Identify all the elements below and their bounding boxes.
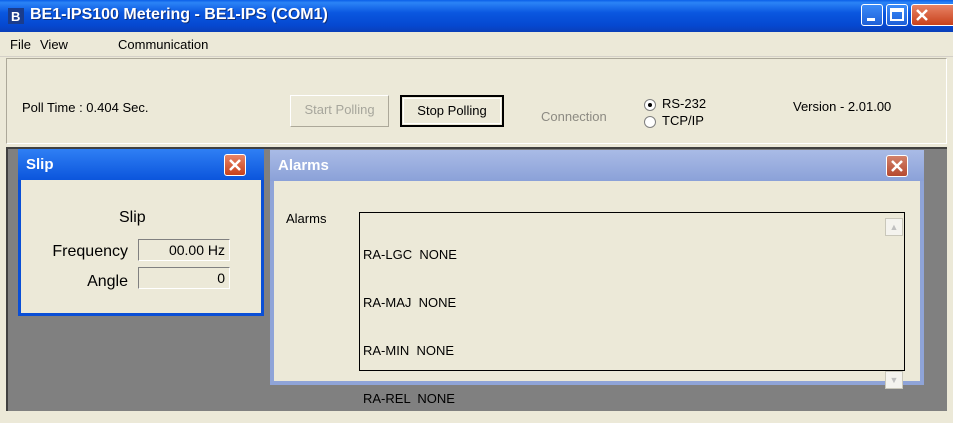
- slip-heading: Slip: [119, 209, 146, 226]
- start-polling-button[interactable]: Start Polling: [290, 95, 389, 127]
- scroll-down-arrow-icon[interactable]: ▼: [885, 371, 903, 389]
- alarm-line: RA-REL NONE: [363, 391, 455, 406]
- frequency-label: Frequency: [52, 243, 128, 260]
- menu-view[interactable]: View: [40, 37, 68, 52]
- radio-tcpip[interactable]: TCP/IP: [644, 113, 704, 128]
- alarm-line: RA-MIN NONE: [363, 343, 454, 358]
- angle-value: 0: [138, 267, 230, 289]
- minimize-button[interactable]: [861, 4, 883, 26]
- alarms-title-bar[interactable]: Alarms: [270, 150, 924, 181]
- stop-polling-button[interactable]: Stop Polling: [400, 95, 504, 127]
- radio-selected-icon[interactable]: [644, 98, 656, 111]
- close-icon: [916, 9, 928, 21]
- close-button[interactable]: [911, 4, 953, 26]
- slip-title-bar[interactable]: Slip: [18, 149, 264, 180]
- connection-label: Connection: [541, 109, 607, 124]
- tcpip-label: TCP/IP: [662, 113, 704, 128]
- angle-label: Angle: [87, 273, 128, 290]
- alarms-list: RA-LGC NONE RA-MAJ NONE RA-MIN NONE RA-R…: [363, 215, 457, 423]
- radio-unselected-icon[interactable]: [644, 115, 656, 128]
- frequency-value: 00.00 Hz: [138, 239, 230, 261]
- radio-rs232[interactable]: RS-232: [644, 96, 706, 111]
- slip-window-title: Slip: [26, 156, 54, 173]
- app-icon: B: [8, 8, 24, 24]
- alarms-window-title: Alarms: [278, 157, 329, 174]
- version-label: Version - 2.01.00: [793, 99, 892, 114]
- poll-time-label: Poll Time : 0.404 Sec.: [22, 100, 149, 115]
- main-title-bar[interactable]: B BE1-IPS100 Metering - BE1-IPS (COM1): [0, 0, 953, 32]
- window-title: BE1-IPS100 Metering - BE1-IPS (COM1): [30, 6, 328, 23]
- close-icon: [891, 160, 903, 172]
- maximize-icon: [890, 8, 904, 21]
- alarms-close-button[interactable]: [886, 155, 908, 177]
- minimize-icon: [867, 18, 875, 21]
- maximize-button[interactable]: [886, 4, 908, 26]
- alarm-line: RA-LGC NONE: [363, 247, 457, 262]
- menu-file[interactable]: File: [10, 37, 31, 52]
- slip-close-button[interactable]: [224, 154, 246, 176]
- scroll-up-arrow-icon[interactable]: ▲: [885, 218, 903, 236]
- menu-communication[interactable]: Communication: [118, 37, 208, 52]
- alarm-line: RA-MAJ NONE: [363, 295, 457, 310]
- svg-text:B: B: [11, 9, 20, 24]
- menu-bar: File View Communication: [0, 32, 953, 57]
- rs232-label: RS-232: [662, 96, 707, 111]
- close-icon: [229, 159, 241, 171]
- alarms-label: Alarms: [286, 211, 327, 226]
